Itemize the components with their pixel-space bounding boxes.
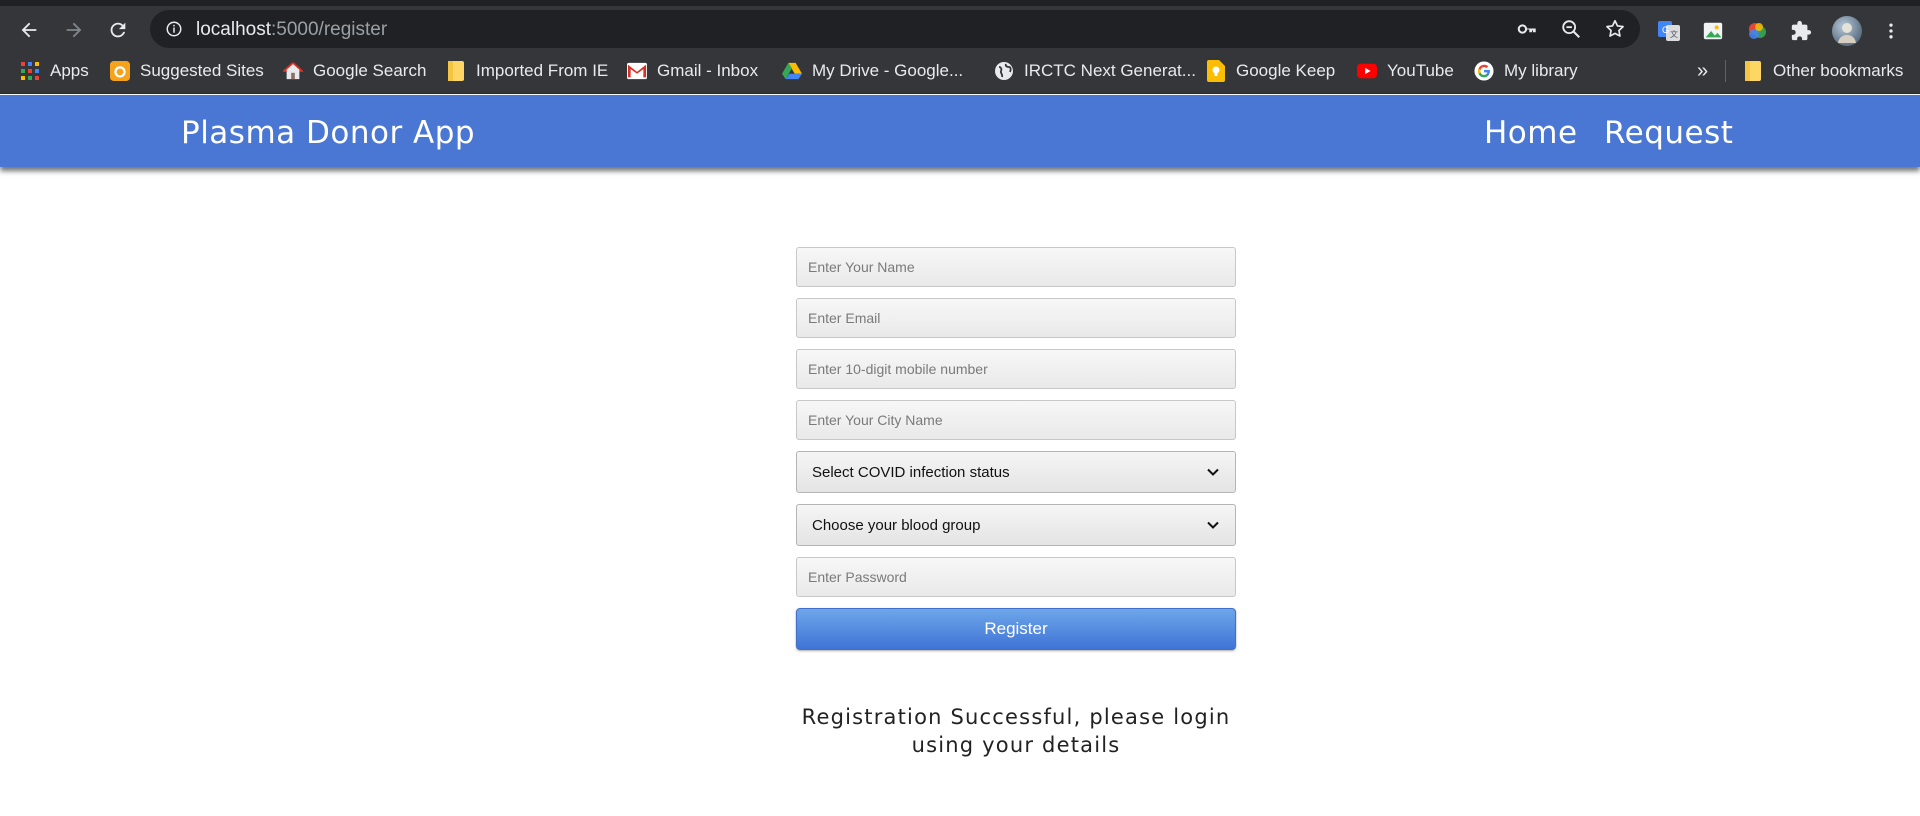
arrow-left-icon xyxy=(21,22,37,38)
folder-icon xyxy=(446,61,466,81)
overflow-label: » xyxy=(1697,59,1709,82)
zoom-out-icon[interactable] xyxy=(1559,17,1583,41)
avatar-icon xyxy=(1838,23,1856,43)
email-input[interactable] xyxy=(796,298,1236,338)
google-drive-icon xyxy=(782,61,802,81)
bookmark-other-bookmarks[interactable]: Other bookmarks xyxy=(1743,58,1903,84)
bookmark-label: Other bookmarks xyxy=(1773,61,1904,80)
bookmark-label: Google Search xyxy=(313,61,427,80)
chevron-down-icon xyxy=(1207,468,1219,476)
registration-message: Registration Successful, please login us… xyxy=(796,703,1236,759)
nav-request-link[interactable]: Request xyxy=(1604,115,1733,151)
reload-icon xyxy=(110,22,126,38)
bookmark-label: My Drive - Google... xyxy=(812,61,964,80)
google-keep-icon xyxy=(1206,60,1226,82)
bookmark-label: My library xyxy=(1504,61,1578,80)
bookmark-apps[interactable]: Apps xyxy=(20,58,89,84)
bookmark-youtube[interactable]: YouTube xyxy=(1357,58,1454,84)
info-icon[interactable] xyxy=(162,17,186,41)
image-extension-icon[interactable] xyxy=(1700,18,1726,44)
bookmark-gmail[interactable]: Gmail - Inbox xyxy=(627,58,758,84)
profile-avatar[interactable] xyxy=(1832,16,1862,46)
menu-kebab-icon[interactable] xyxy=(1878,18,1904,44)
bookmark-label: Apps xyxy=(50,61,89,80)
app-navbar: Plasma Donor App Home Request xyxy=(0,95,1920,167)
bookmark-label: Gmail - Inbox xyxy=(657,61,759,80)
reload-button[interactable] xyxy=(101,13,135,47)
url-text: localhost:5000/register xyxy=(196,19,387,41)
bookmark-label: Imported From IE xyxy=(476,61,609,80)
covid-status-value: Select COVID infection status xyxy=(812,463,1010,481)
folder-icon xyxy=(1743,61,1763,81)
city-input[interactable] xyxy=(796,400,1236,440)
bookmark-label: Google Keep xyxy=(1236,61,1336,80)
browser-toolbar: localhost:5000/register G文 xyxy=(0,0,1920,48)
bookmark-my-library[interactable]: My library xyxy=(1474,58,1578,84)
apps-grid-icon xyxy=(20,61,40,81)
back-button[interactable] xyxy=(12,13,46,47)
gmail-icon xyxy=(627,61,647,81)
blood-group-value: Choose your blood group xyxy=(812,516,981,534)
mobile-input[interactable] xyxy=(796,349,1236,389)
app-brand[interactable]: Plasma Donor App xyxy=(181,115,475,151)
covid-status-select[interactable]: Select COVID infection status xyxy=(796,451,1236,493)
arrow-right-icon xyxy=(66,22,82,38)
message-line-1: Registration Successful, please login xyxy=(801,705,1231,729)
message-line-2: using your details xyxy=(911,733,1121,757)
svg-text:G: G xyxy=(1662,25,1669,35)
bookmark-irctc[interactable]: IRCTC Next Generat... xyxy=(994,58,1196,84)
bing-icon xyxy=(110,61,130,81)
name-input[interactable] xyxy=(796,247,1236,287)
bookmark-my-drive[interactable]: My Drive - Google... xyxy=(782,58,963,84)
svg-text:文: 文 xyxy=(1670,29,1678,39)
bookmarks-bar: Apps Suggested Sites Google Search Impor… xyxy=(0,48,1920,94)
home-icon xyxy=(283,61,303,81)
nav-home-link[interactable]: Home xyxy=(1484,115,1578,151)
bookmark-google-search[interactable]: Google Search xyxy=(283,58,426,84)
bookmarks-overflow-button[interactable]: » xyxy=(1697,58,1708,84)
google-icon xyxy=(1474,61,1494,81)
bookmark-google-keep[interactable]: Google Keep xyxy=(1206,58,1335,84)
password-input[interactable] xyxy=(796,557,1236,597)
chevron-down-icon xyxy=(1207,521,1219,529)
url-host: localhost xyxy=(196,19,271,40)
key-icon[interactable] xyxy=(1515,17,1539,41)
bookmark-suggested-sites[interactable]: Suggested Sites xyxy=(110,58,264,84)
bookmark-imported-from-ie[interactable]: Imported From IE xyxy=(446,58,608,84)
forward-button[interactable] xyxy=(57,13,91,47)
bookmark-label: YouTube xyxy=(1387,61,1454,80)
blood-group-select[interactable]: Choose your blood group xyxy=(796,504,1236,546)
url-path: :5000/register xyxy=(271,19,388,40)
globe-icon xyxy=(994,61,1014,81)
puzzle-icon[interactable] xyxy=(1788,18,1814,44)
bookmark-label: Suggested Sites xyxy=(140,61,264,80)
color-extension-icon[interactable] xyxy=(1744,18,1770,44)
bookmark-star-icon[interactable] xyxy=(1603,17,1627,41)
bookmarks-divider xyxy=(1725,60,1726,82)
bookmark-label: IRCTC Next Generat... xyxy=(1024,61,1196,80)
google-translate-icon[interactable]: G文 xyxy=(1656,18,1682,44)
address-bar[interactable]: localhost:5000/register xyxy=(150,10,1640,48)
register-button[interactable]: Register xyxy=(796,608,1236,650)
youtube-icon xyxy=(1357,61,1377,81)
